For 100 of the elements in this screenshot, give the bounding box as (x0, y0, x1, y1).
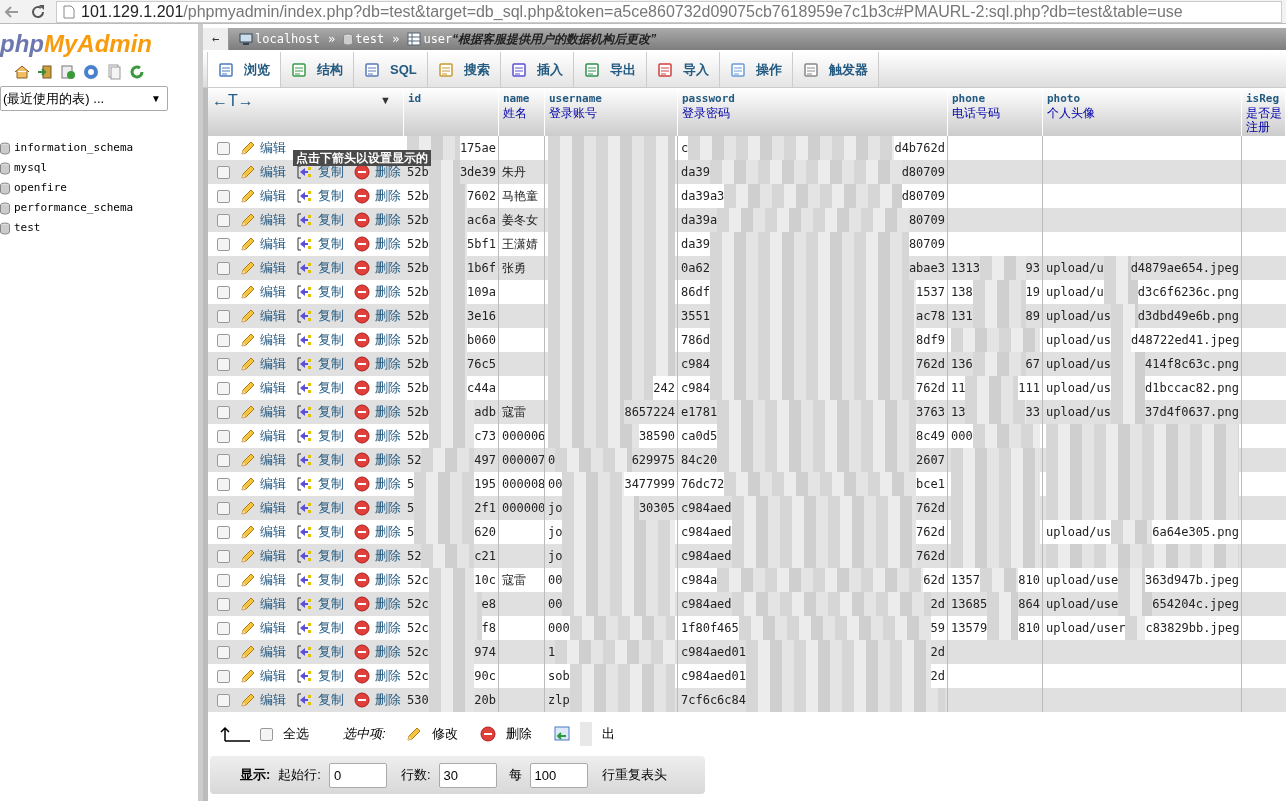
column-header[interactable]: isReg (1246, 92, 1285, 106)
start-row-field[interactable]: 0 (328, 762, 387, 788)
row-count-field[interactable]: 30 (438, 762, 497, 788)
row-checkbox[interactable] (216, 285, 230, 299)
refresh-icon[interactable] (129, 64, 145, 80)
copy-link[interactable]: 复制 (318, 426, 344, 446)
edit-link[interactable]: 编辑 (260, 474, 286, 494)
row-checkbox[interactable] (216, 357, 230, 371)
row-checkbox[interactable] (216, 309, 230, 323)
collapse-button[interactable]: ← (203, 28, 229, 50)
edit-link[interactable]: 编辑 (260, 666, 286, 686)
delete-link[interactable]: 删除 (375, 594, 401, 614)
delete-link[interactable]: 删除 (375, 570, 401, 590)
logo[interactable]: phpMyAdmin (0, 30, 198, 58)
delete-link[interactable]: 删除 (375, 234, 401, 254)
edit-link[interactable]: 编辑 (260, 594, 286, 614)
delete-link[interactable]: 删除 (375, 642, 401, 662)
edit-link[interactable]: 编辑 (260, 522, 286, 542)
database-link[interactable]: openfire (14, 179, 67, 197)
edit-link[interactable]: 编辑 (260, 378, 286, 398)
delete-link[interactable]: 删除 (375, 690, 401, 710)
column-header[interactable]: id (408, 92, 498, 106)
column-header[interactable]: password (682, 92, 947, 106)
copy-link[interactable]: 复制 (318, 690, 344, 710)
copy-link[interactable]: 复制 (318, 474, 344, 494)
tab[interactable]: 触发器 (792, 52, 879, 87)
edit-link[interactable]: 编辑 (260, 690, 286, 710)
row-checkbox[interactable] (216, 525, 230, 539)
edit-link[interactable]: 编辑 (260, 642, 286, 662)
row-checkbox[interactable] (216, 141, 230, 155)
edit-link[interactable]: 编辑 (260, 618, 286, 638)
tab[interactable]: 结构 (281, 52, 354, 87)
delete-link[interactable]: 删除 (375, 618, 401, 638)
database-link[interactable]: information_schema (14, 139, 134, 157)
edit-link[interactable]: 编辑 (260, 306, 286, 326)
copy-link[interactable]: 复制 (318, 570, 344, 590)
edit-link[interactable]: 编辑 (260, 354, 286, 374)
tab[interactable]: 导出 (573, 52, 647, 87)
copy-link[interactable]: 复制 (318, 258, 344, 278)
edit-link[interactable]: 编辑 (260, 402, 286, 422)
sort-caret[interactable]: ▼ (380, 92, 391, 109)
delete-link[interactable]: 删除 (375, 258, 401, 278)
edit-link[interactable]: 编辑 (260, 330, 286, 350)
reload-icon[interactable] (30, 3, 46, 20)
tab[interactable]: 操作 (719, 52, 793, 87)
delete-link[interactable]: 删除 (375, 522, 401, 542)
recent-tables-select[interactable]: (最近使用的表) ... ▼ (0, 86, 168, 111)
document-icon[interactable] (106, 64, 122, 80)
column-header[interactable]: username (549, 92, 677, 106)
row-checkbox[interactable] (216, 669, 230, 683)
row-checkbox[interactable] (216, 501, 230, 515)
query-icon[interactable] (60, 64, 76, 80)
row-checkbox[interactable] (216, 693, 230, 707)
back-icon[interactable] (4, 4, 20, 19)
row-checkbox[interactable] (216, 453, 230, 467)
bulk-edit-link[interactable]: 修改 (431, 724, 458, 744)
row-checkbox[interactable] (216, 429, 230, 443)
edit-link[interactable]: 编辑 (260, 426, 286, 446)
delete-link[interactable]: 删除 (375, 426, 401, 446)
logout-icon[interactable] (37, 64, 53, 80)
edit-link[interactable]: 编辑 (260, 498, 286, 518)
copy-link[interactable]: 复制 (318, 546, 344, 566)
delete-link[interactable]: 删除 (375, 546, 401, 566)
delete-link[interactable]: 删除 (375, 498, 401, 518)
database-link[interactable]: performance_schema (14, 199, 134, 217)
row-checkbox[interactable] (216, 645, 230, 659)
delete-link[interactable]: 删除 (375, 282, 401, 302)
repeat-header-field[interactable]: 100 (529, 762, 588, 788)
delete-link[interactable]: 删除 (375, 378, 401, 398)
copy-link[interactable]: 复制 (318, 306, 344, 326)
row-checkbox[interactable] (216, 621, 230, 635)
database-link[interactable]: test (14, 219, 41, 237)
copy-link[interactable]: 复制 (318, 594, 344, 614)
delete-link[interactable]: 删除 (375, 354, 401, 374)
edit-link[interactable]: 编辑 (260, 570, 286, 590)
edit-link[interactable]: 编辑 (260, 258, 286, 278)
copy-link[interactable]: 复制 (318, 498, 344, 518)
edit-link[interactable]: 编辑 (260, 162, 286, 182)
url-field[interactable]: 101.129.1.201/phpmyadmin/index.php?db=test&target=db_sql.php&token=a5ce860732d09075cb7618959e7c1b3c#PMAURL-2:sql.php?db=test&table=use (56, 0, 1282, 23)
row-checkbox[interactable] (216, 237, 230, 251)
copy-link[interactable]: 复制 (318, 402, 344, 422)
tab[interactable]: 导入 (646, 52, 720, 87)
row-checkbox[interactable] (216, 549, 230, 563)
delete-link[interactable]: 删除 (375, 666, 401, 686)
copy-link[interactable]: 复制 (318, 378, 344, 398)
row-checkbox[interactable] (216, 573, 230, 587)
copy-link[interactable]: 复制 (318, 522, 344, 542)
column-header[interactable]: name (503, 92, 544, 106)
copy-link[interactable]: 复制 (318, 210, 344, 230)
bulk-export-link[interactable]: 出 (601, 724, 615, 744)
tab[interactable]: 浏览 (207, 52, 281, 87)
column-resize-label[interactable]: ←T→ (212, 92, 254, 110)
row-checkbox[interactable] (216, 165, 230, 179)
database-link[interactable]: mysql (14, 159, 48, 177)
row-checkbox[interactable] (216, 333, 230, 347)
delete-link[interactable]: 删除 (375, 330, 401, 350)
edit-link[interactable]: 编辑 (260, 282, 286, 302)
row-checkbox[interactable] (216, 477, 230, 491)
copy-link[interactable]: 复制 (318, 618, 344, 638)
tab[interactable]: SQL (354, 52, 428, 87)
